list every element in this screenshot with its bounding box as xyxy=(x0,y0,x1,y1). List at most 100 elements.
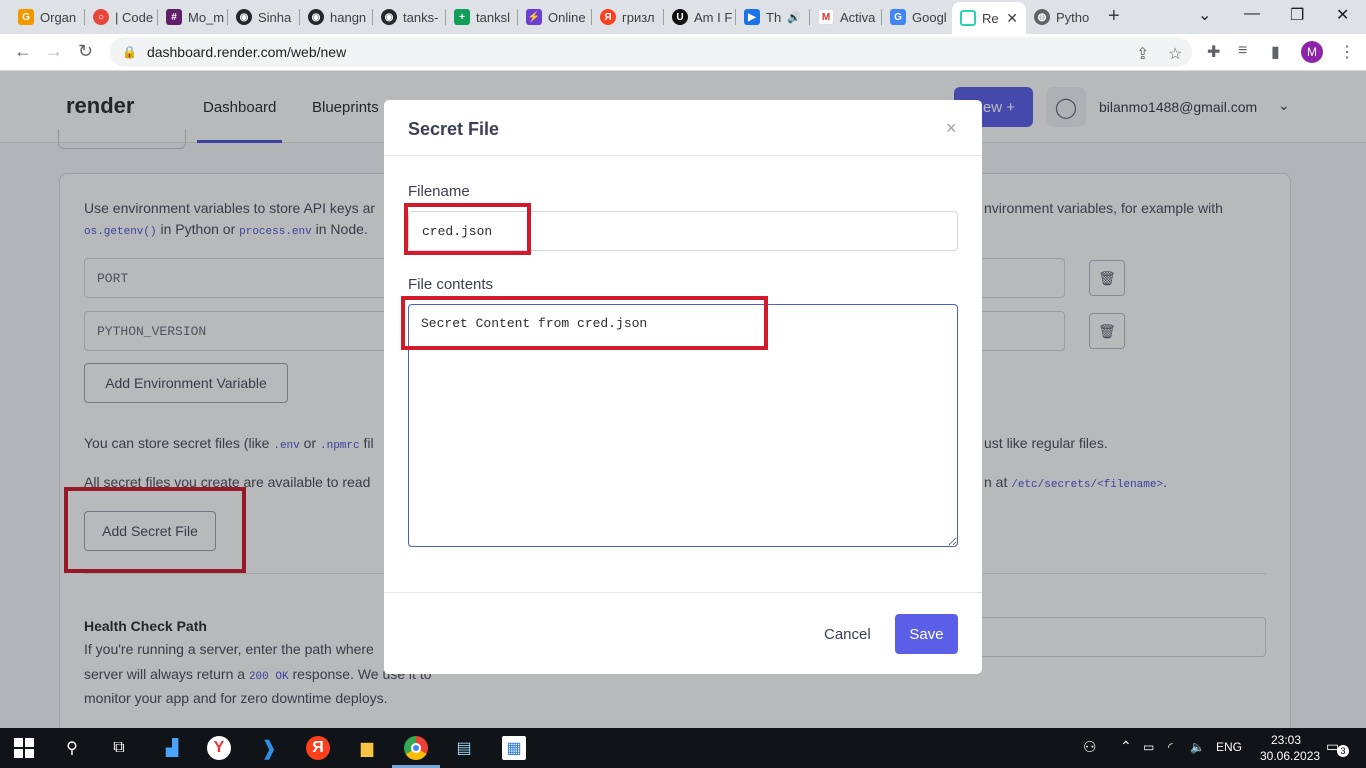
dialog-divider xyxy=(384,592,982,593)
tab-title: tanksl xyxy=(476,9,510,25)
browser-tab[interactable]: ◉ Sinha xyxy=(228,4,300,30)
windows-taskbar: ⚲ ⧉ ▟ Y ❱ Я ▆ ▤ ▦ ⚇ ⌃ ▭ ◜ 🔈 ENG 23:03 30… xyxy=(0,728,1366,768)
folder-icon[interactable]: ▆ xyxy=(355,736,379,760)
gmail-icon: M xyxy=(818,9,834,25)
yandex-icon[interactable]: Я xyxy=(306,736,330,760)
notification-count-badge: 3 xyxy=(1337,745,1349,757)
tab-title: Re xyxy=(982,10,999,26)
tab-search-chevron-icon[interactable]: ⌄ xyxy=(1198,5,1211,25)
browser-tab[interactable]: G Organ xyxy=(10,4,85,30)
windows-start-icon[interactable] xyxy=(12,736,36,760)
sheets-icon: + xyxy=(454,9,470,25)
close-window-icon[interactable]: ✕ xyxy=(1336,5,1349,25)
browser-tab[interactable]: ◍ Pytho xyxy=(1026,4,1096,30)
browser-tab[interactable]: + tanksl xyxy=(446,4,518,30)
wifi-icon[interactable]: ◜ xyxy=(1168,740,1173,754)
media-queue-icon[interactable]: ≡ xyxy=(1238,42,1247,60)
url-text: dashboard.render.com/web/new xyxy=(146,44,347,60)
lock-icon[interactable]: 🔒 xyxy=(122,45,137,59)
browser-tab[interactable]: U Am I F xyxy=(664,4,736,30)
vscode-icon[interactable]: ❱ xyxy=(257,736,281,760)
file-manager-icon[interactable]: ▟ xyxy=(160,736,184,760)
github-icon: ◉ xyxy=(308,9,324,25)
globe-icon: ◍ xyxy=(1034,9,1050,25)
github-icon: ◉ xyxy=(236,9,252,25)
secret-file-dialog: Secret File × Filename File contents Can… xyxy=(384,100,982,674)
minimize-icon[interactable]: — xyxy=(1244,5,1260,23)
reload-icon[interactable]: ↻ xyxy=(78,41,93,62)
tab-title: Online xyxy=(548,9,586,25)
task-view-icon[interactable]: ⧉ xyxy=(107,736,131,760)
browser-tab[interactable]: # Mo_m xyxy=(158,4,228,30)
github-icon: ◉ xyxy=(381,9,397,25)
browser-tab-active[interactable]: Re ✕ xyxy=(952,2,1026,34)
bookmark-star-icon[interactable]: ☆ xyxy=(1168,44,1182,64)
show-hidden-icons-chevron-icon[interactable]: ⌃ xyxy=(1120,738,1132,755)
browser-tab[interactable]: M Activa xyxy=(810,4,882,30)
tab-title: tanks- xyxy=(403,9,439,25)
menu-kebab-icon[interactable]: ⋮ xyxy=(1339,42,1355,62)
people-icon[interactable]: ⚇ xyxy=(1083,738,1096,756)
yandex-browser-icon[interactable]: Y xyxy=(207,736,231,760)
tab-title: Activa xyxy=(840,9,876,25)
battery-icon[interactable]: ▭ xyxy=(1143,740,1154,754)
file-contents-label: File contents xyxy=(408,276,494,293)
search-icon[interactable]: ⚲ xyxy=(60,736,84,760)
browser-tab[interactable]: ⚡ Online xyxy=(518,4,592,30)
system-clock[interactable]: 23:03 30.06.2023 xyxy=(1260,732,1321,764)
chrome-icon[interactable] xyxy=(404,736,428,760)
save-button[interactable]: Save xyxy=(895,614,958,654)
yandex-icon: Я xyxy=(600,9,616,25)
tab-title: hangn xyxy=(330,9,367,25)
back-icon[interactable]: ← xyxy=(14,41,32,62)
document-icon[interactable]: ▦ xyxy=(502,736,526,760)
tab-title: Am I F xyxy=(694,9,733,25)
forward-icon[interactable]: → xyxy=(45,41,63,62)
filename-label: Filename xyxy=(408,183,470,200)
tab-title: Pytho xyxy=(1056,9,1090,25)
language-indicator[interactable]: ENG xyxy=(1216,740,1242,754)
tab-favicon-icon xyxy=(960,10,976,26)
browser-tab[interactable]: ◉ tanks- xyxy=(373,4,446,30)
browser-tab[interactable]: ▶ Th 🔊 xyxy=(736,4,810,30)
tab-title: Organ xyxy=(40,9,77,25)
browser-tab[interactable]: ○ | Code xyxy=(85,4,158,30)
clock-time: 23:03 xyxy=(1270,733,1302,747)
tab-title: Th xyxy=(766,9,782,25)
volume-icon[interactable]: 🔈 xyxy=(1190,740,1205,754)
dialog-title: Secret File xyxy=(408,119,500,139)
google-translate-icon: G xyxy=(890,9,906,25)
new-tab-icon[interactable]: + xyxy=(1108,5,1120,28)
tab-favicon-icon: ○ xyxy=(93,9,109,25)
tab-favicon-icon: G xyxy=(18,9,34,25)
address-bar[interactable]: 🔒 dashboard.render.com/web/new ⇪ ☆ xyxy=(110,37,1192,67)
tab-title: | Code xyxy=(115,9,154,25)
speaker-icon: 🔊 xyxy=(787,11,801,24)
tab-title: гризл xyxy=(622,9,655,25)
restore-icon[interactable]: ❐ xyxy=(1290,5,1304,25)
clock-date: 30.06.2023 xyxy=(1260,749,1321,763)
bolt-icon: ⚡ xyxy=(526,9,542,25)
profile-avatar[interactable]: M xyxy=(1301,41,1323,63)
play-icon: ▶ xyxy=(744,9,760,25)
dialog-divider xyxy=(384,155,982,156)
browser-tab[interactable]: G Googl xyxy=(882,4,952,30)
browser-tab[interactable]: ◉ hangn xyxy=(300,4,373,30)
tab-title: Mo_m xyxy=(188,9,225,25)
tab-title: Googl xyxy=(912,9,947,25)
tab-title: Sinha xyxy=(258,9,292,25)
close-tab-icon[interactable]: ✕ xyxy=(1006,10,1018,27)
highlight-file-contents xyxy=(401,296,768,350)
tab-favicon-icon: U xyxy=(672,9,688,25)
share-icon[interactable]: ⇪ xyxy=(1136,44,1149,64)
highlight-filename xyxy=(404,203,531,255)
close-icon[interactable]: × xyxy=(946,118,957,139)
extensions-icon[interactable]: ✚ xyxy=(1207,42,1220,62)
browser-toolbar: ← → ↻ 🔒 dashboard.render.com/web/new ⇪ ☆… xyxy=(0,34,1366,71)
slack-icon: # xyxy=(166,9,182,25)
notepad-icon[interactable]: ▤ xyxy=(452,736,476,760)
cancel-button[interactable]: Cancel xyxy=(824,626,871,643)
browser-tab[interactable]: Я гризл xyxy=(592,4,664,30)
side-panel-icon[interactable]: ▮ xyxy=(1271,42,1280,62)
browser-tab-strip: G Organ ○ | Code # Mo_m ◉ Sinha ◉ hangn … xyxy=(0,0,1366,34)
